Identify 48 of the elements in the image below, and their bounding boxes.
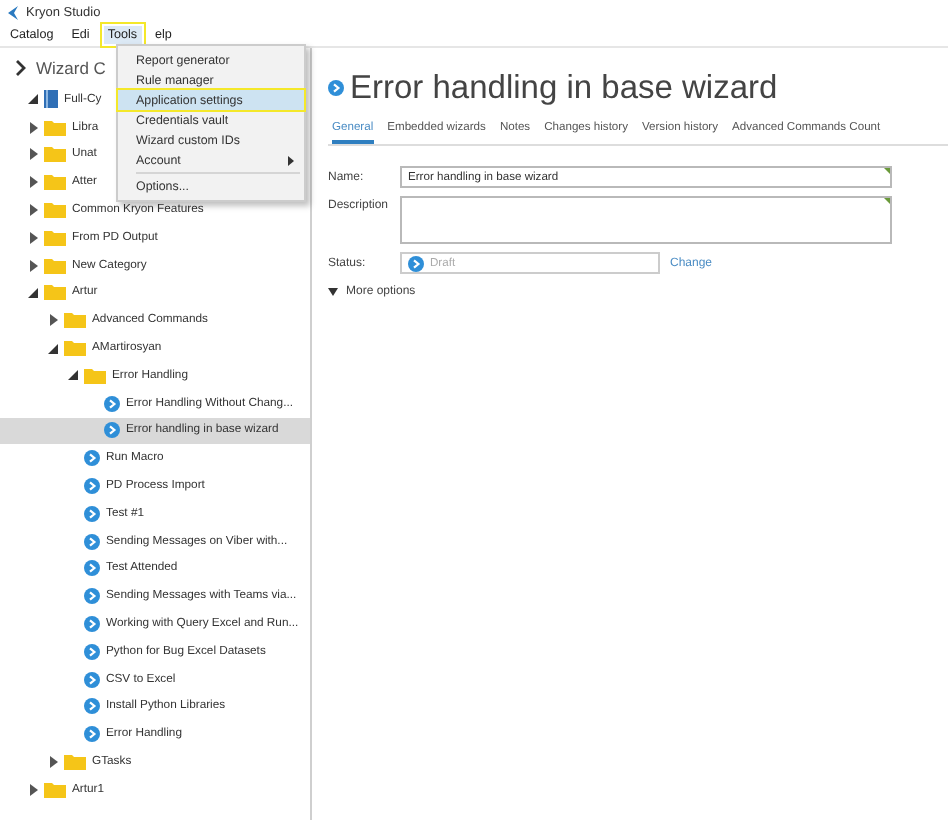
wizard-icon: [104, 395, 120, 412]
folder-icon: [44, 119, 66, 136]
folder-icon: [44, 229, 66, 246]
wizard-icon: [84, 533, 100, 550]
folder-icon: [84, 367, 106, 384]
wizard-icon: [84, 726, 100, 743]
wizard-icon: [84, 643, 100, 660]
expand-icon[interactable]: [49, 314, 57, 327]
submenu-arrow-icon: [288, 155, 294, 165]
expand-icon[interactable]: [29, 121, 37, 134]
wizard-icon: [104, 422, 120, 439]
wizard-icon: [84, 671, 100, 688]
folder-icon: [44, 284, 66, 301]
catalog-icon: [44, 90, 58, 109]
expand-icon[interactable]: [29, 231, 37, 244]
folder-icon: [64, 340, 86, 357]
expand-icon[interactable]: [49, 756, 57, 769]
caret-icon[interactable]: [328, 288, 338, 296]
sidebar-header: Wizard C: [36, 58, 106, 78]
wizard-icon: [84, 450, 100, 467]
folder-icon: [44, 781, 66, 798]
folder-icon: [64, 312, 86, 329]
collapse-icon[interactable]: [28, 287, 38, 298]
folder-icon: [44, 146, 66, 163]
expand-icon[interactable]: [29, 259, 37, 272]
wizard-icon: [84, 588, 100, 605]
expand-icon[interactable]: [29, 783, 37, 796]
wizard-icon: [84, 560, 100, 577]
wizard-title: Error handling in base wizard: [350, 69, 778, 107]
collapse-icon[interactable]: [28, 94, 38, 105]
expand-icon[interactable]: [29, 176, 37, 189]
folder-icon: [44, 202, 66, 219]
collapse-icon[interactable]: [48, 343, 58, 354]
app-logo-icon: [6, 5, 20, 19]
expand-icon[interactable]: [29, 148, 37, 161]
description-field[interactable]: [400, 196, 892, 244]
folder-icon: [44, 174, 66, 191]
wizard-icon: [84, 478, 100, 495]
expand-icon[interactable]: [29, 204, 37, 217]
wizard-icon: [84, 616, 100, 633]
wizard-icon: [84, 505, 100, 522]
wizard-icon: [408, 255, 424, 271]
folder-icon: [44, 257, 66, 274]
chevron-icon[interactable]: [16, 60, 26, 76]
collapse-icon[interactable]: [68, 370, 78, 381]
wizard-icon: [328, 80, 344, 96]
wizard-icon: [84, 698, 100, 715]
folder-icon: [64, 754, 86, 771]
